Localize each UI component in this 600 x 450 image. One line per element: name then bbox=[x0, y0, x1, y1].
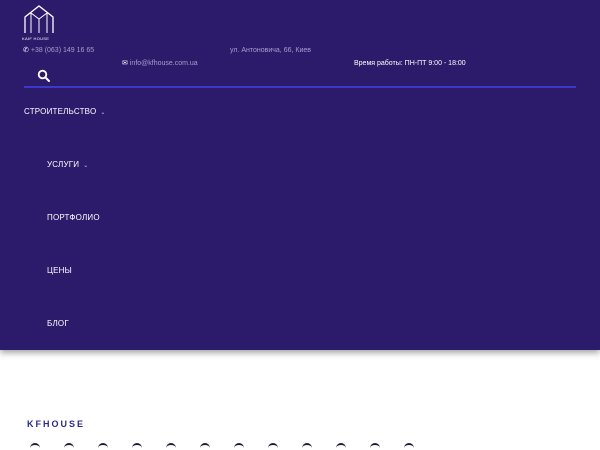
menu-item-blog[interactable]: БЛОГ bbox=[47, 319, 69, 328]
section-headline bbox=[30, 440, 450, 450]
menu-item-prices[interactable]: ЦЕНЫ bbox=[47, 266, 72, 275]
menu-item-label: ЦЕНЫ bbox=[47, 266, 72, 275]
chevron-down-icon: ⌄ bbox=[100, 110, 106, 116]
menu-item-label: ПОРТФОЛИО bbox=[47, 213, 100, 222]
phone-number[interactable]: +38 (063) 149 16 65 bbox=[31, 47, 94, 54]
phone-contact[interactable]: ✆ +38 (063) 149 16 65 bbox=[23, 45, 103, 56]
email-address[interactable]: info@kfhouse.com.ua bbox=[130, 60, 198, 67]
phone-icon: ✆ bbox=[23, 47, 29, 54]
section-brand-label: KFHOUSE bbox=[27, 419, 86, 429]
search-icon[interactable] bbox=[37, 69, 51, 83]
site-logo[interactable]: KAIF HOUSE bbox=[22, 4, 62, 44]
menu-item-construction[interactable]: СТРОИТЕЛЬСТВО ⌄ bbox=[24, 107, 106, 116]
menu-item-label: СТРОИТЕЛЬСТВО bbox=[24, 107, 97, 116]
menu-item-portfolio[interactable]: ПОРТФОЛИО bbox=[47, 213, 100, 222]
address-text: ул. Антоновича, 66, Киев bbox=[230, 47, 311, 54]
nav-divider bbox=[24, 86, 576, 88]
menu-item-label: БЛОГ bbox=[47, 319, 69, 328]
menu-item-label: УСЛУГИ bbox=[47, 160, 80, 169]
chevron-down-icon: ⌄ bbox=[83, 163, 89, 169]
site-header: KAIF HOUSE ✆ +38 (063) 149 16 65 ✉ info@kf… bbox=[0, 0, 600, 350]
working-hours: Время работы: ПН-ПТ 9:00 - 18:00 bbox=[354, 60, 466, 67]
email-contact[interactable]: ✉ info@kfhouse.com.ua bbox=[122, 58, 198, 69]
house-logo-icon bbox=[24, 5, 54, 33]
envelope-icon: ✉ bbox=[122, 60, 128, 67]
menu-item-services[interactable]: УСЛУГИ ⌄ bbox=[47, 160, 88, 169]
logo-text: KAIF HOUSE bbox=[22, 36, 50, 41]
